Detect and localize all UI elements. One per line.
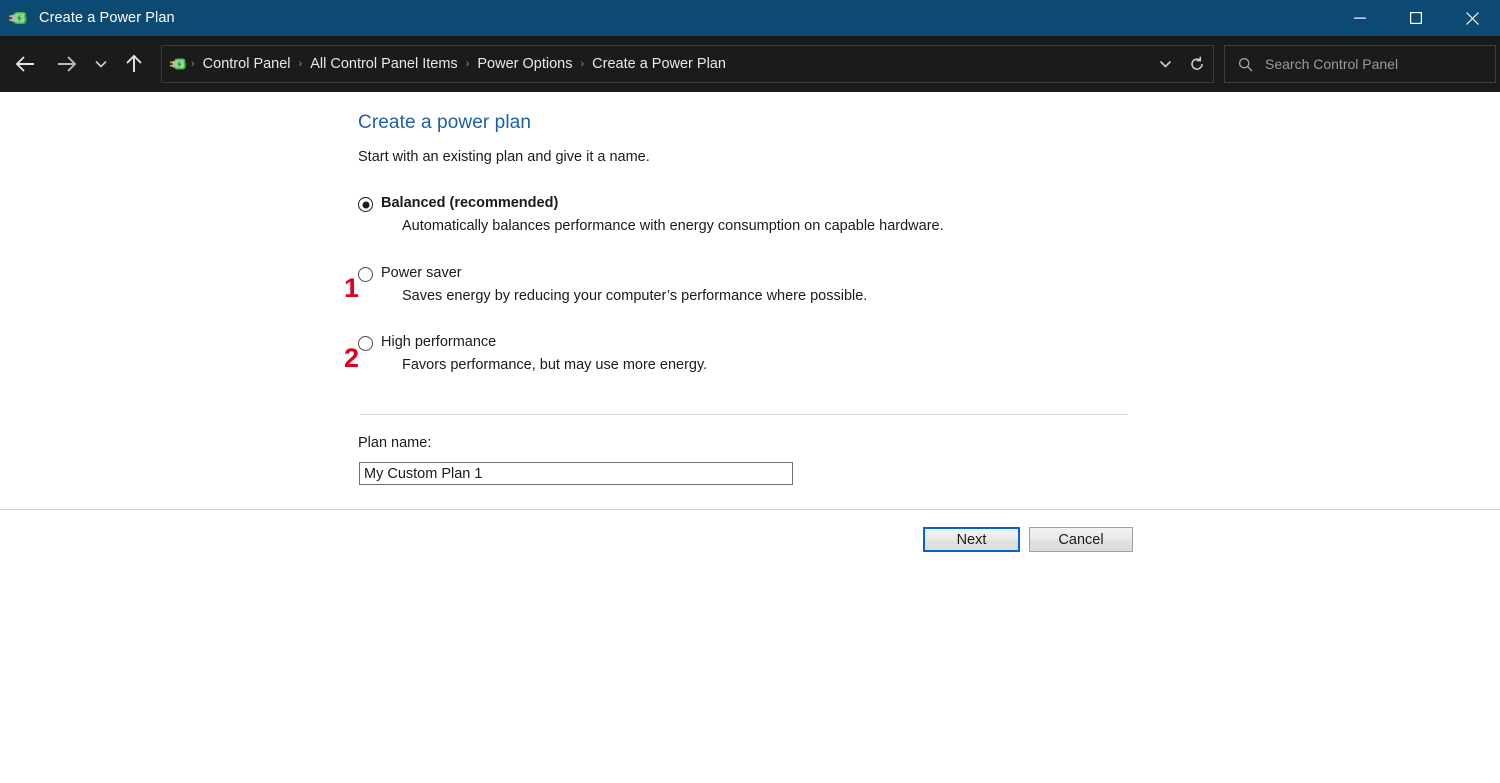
page-title: Create a power plan [358, 112, 532, 133]
breadcrumb[interactable]: › Control Panel › All Control Panel Item… [161, 45, 1214, 83]
close-button[interactable] [1444, 0, 1500, 36]
forward-arrow-icon [58, 56, 77, 72]
maximize-icon [1410, 12, 1422, 24]
search-input[interactable] [1265, 56, 1495, 72]
chevron-down-icon [1159, 60, 1171, 68]
breadcrumb-tools [1149, 46, 1213, 82]
recent-locations-chevron-icon [95, 60, 107, 68]
refresh-button[interactable] [1181, 46, 1213, 82]
breadcrumb-item-power-options[interactable]: Power Options [470, 56, 579, 72]
plan-name-label: Plan name: [358, 435, 432, 451]
option-high-performance-label: High performance [381, 334, 497, 350]
recent-locations-button[interactable] [88, 44, 114, 84]
section-divider [360, 414, 1128, 415]
annotation-number-2: 2 [344, 343, 360, 373]
minimize-icon [1354, 17, 1366, 19]
up-arrow-icon [126, 54, 142, 72]
option-high-performance-description: Favors performance, but may use more ene… [402, 357, 708, 373]
window-controls [1332, 0, 1500, 36]
breadcrumb-item-control-panel[interactable]: Control Panel [196, 56, 298, 72]
history-dropdown-button[interactable] [1149, 46, 1181, 82]
title-bar-left-group: Create a Power Plan [0, 7, 175, 29]
option-power-saver-label: Power saver [381, 265, 462, 281]
maximize-button[interactable] [1388, 0, 1444, 36]
breadcrumb-item-create-a-power-plan[interactable]: Create a Power Plan [585, 56, 733, 72]
option-balanced: Balanced (recommended) Automatically bal… [358, 195, 944, 234]
option-power-saver-row[interactable]: Power saver [358, 265, 867, 282]
close-icon [1465, 11, 1479, 25]
option-balanced-description: Automatically balances performance with … [402, 218, 944, 234]
search-icon [1225, 57, 1265, 72]
navigation-bar: › Control Panel › All Control Panel Item… [0, 36, 1500, 92]
annotation-number-1: 1 [344, 273, 360, 303]
cancel-button[interactable]: Cancel [1029, 527, 1133, 552]
power-plan-icon [168, 54, 188, 74]
refresh-icon [1191, 56, 1203, 70]
radio-high-performance[interactable] [358, 336, 373, 351]
power-plan-icon [7, 7, 29, 29]
option-power-saver-description: Saves energy by reducing your computer’s… [402, 288, 868, 304]
option-high-performance-row[interactable]: High performance [358, 334, 707, 351]
footer-bar: Next Cancel [0, 510, 1500, 783]
option-power-saver: Power saver Saves energy by reducing you… [358, 265, 867, 304]
window-title: Create a Power Plan [39, 10, 175, 26]
back-arrow-icon [15, 56, 34, 72]
main-content: Create a power plan Start with an existi… [0, 92, 1500, 510]
up-button[interactable] [114, 44, 154, 84]
option-balanced-row[interactable]: Balanced (recommended) [358, 195, 944, 212]
radio-power-saver[interactable] [358, 267, 373, 282]
option-high-performance: High performance Favors performance, but… [358, 334, 707, 373]
radio-balanced[interactable] [358, 197, 373, 212]
back-button[interactable] [4, 44, 46, 84]
next-button[interactable]: Next [923, 527, 1020, 552]
page-subtitle: Start with an existing plan and give it … [358, 149, 650, 165]
window-title-bar: Create a Power Plan [0, 0, 1500, 36]
minimize-button[interactable] [1332, 0, 1388, 36]
option-balanced-label: Balanced (recommended) [381, 195, 559, 211]
plan-name-input[interactable] [359, 462, 793, 485]
search-box[interactable] [1224, 45, 1496, 83]
breadcrumb-item-all-control-panel-items[interactable]: All Control Panel Items [303, 56, 464, 72]
forward-button[interactable] [46, 44, 88, 84]
